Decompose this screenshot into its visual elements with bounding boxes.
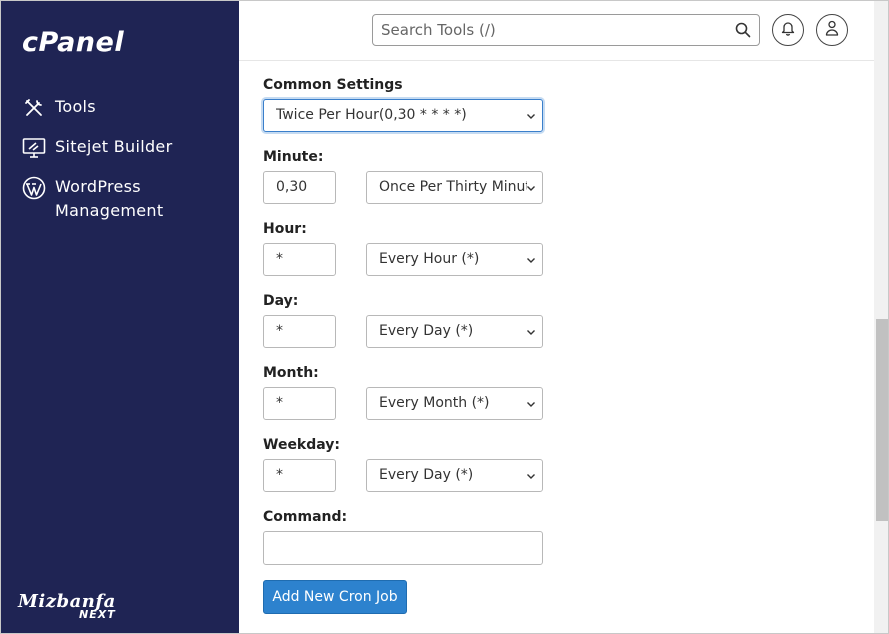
sidebar-item-label: Sitejet Builder xyxy=(55,137,173,156)
notifications-button[interactable] xyxy=(772,14,804,46)
hour-input[interactable]: * xyxy=(263,243,336,276)
app-window: cPanel Tools Sitejet Builder WordPress M… xyxy=(0,0,889,634)
day-select[interactable]: Every Day (*) xyxy=(366,315,543,348)
user-icon xyxy=(825,20,839,40)
sidebar: cPanel Tools Sitejet Builder WordPress M… xyxy=(1,1,239,633)
hour-select-value: Every Hour (*) xyxy=(379,251,480,267)
sidebar-item-label-line1: WordPress xyxy=(55,177,141,196)
command-label: Command: xyxy=(263,509,348,525)
month-select-value: Every Month (*) xyxy=(379,395,490,411)
hour-label: Hour: xyxy=(263,221,307,237)
month-select[interactable]: Every Month (*) xyxy=(366,387,543,420)
scrollbar-track[interactable] xyxy=(874,1,888,633)
weekday-input[interactable]: * xyxy=(263,459,336,492)
cpanel-logo[interactable]: cPanel xyxy=(22,27,124,58)
top-header xyxy=(239,1,874,61)
common-settings-select[interactable]: Twice Per Hour(0,30 * * * *) xyxy=(263,99,543,132)
sidebar-item-label: Tools xyxy=(55,97,96,116)
minute-label: Minute: xyxy=(263,149,324,165)
sidebar-item-sitejet[interactable]: Sitejet Builder xyxy=(21,135,172,161)
search-box[interactable] xyxy=(372,14,760,46)
day-input[interactable]: * xyxy=(263,315,336,348)
sidebar-item-wordpress[interactable]: WordPress Management xyxy=(21,175,163,223)
common-settings-label: Common Settings xyxy=(263,77,403,93)
scrollbar-thumb[interactable] xyxy=(876,319,888,521)
minute-select-value: Once Per Thirty Minutes xyxy=(379,179,527,195)
chevron-down-icon xyxy=(527,186,535,191)
search-input[interactable] xyxy=(373,15,713,45)
add-cron-job-button[interactable]: Add New Cron Job xyxy=(263,580,407,614)
sidebar-item-label: WordPress Management xyxy=(55,175,163,223)
weekday-select[interactable]: Every Day (*) xyxy=(366,459,543,492)
chevron-down-icon xyxy=(527,114,535,119)
brand-logo: Mizbanfa NEXT xyxy=(18,591,116,621)
month-label: Month: xyxy=(263,365,319,381)
chevron-down-icon xyxy=(527,330,535,335)
search-icon[interactable] xyxy=(735,22,751,38)
monitor-icon xyxy=(21,135,47,161)
user-menu-button[interactable] xyxy=(816,14,848,46)
chevron-down-icon xyxy=(527,402,535,407)
hour-select[interactable]: Every Hour (*) xyxy=(366,243,543,276)
day-label: Day: xyxy=(263,293,299,309)
sidebar-item-tools[interactable]: Tools xyxy=(21,95,96,121)
common-settings-value: Twice Per Hour(0,30 * * * *) xyxy=(276,107,467,123)
wordpress-icon xyxy=(21,175,47,201)
tools-icon xyxy=(21,95,47,121)
month-input[interactable]: * xyxy=(263,387,336,420)
command-input[interactable] xyxy=(263,531,543,565)
minute-input[interactable]: 0,30 xyxy=(263,171,336,204)
sidebar-item-label-line2: Management xyxy=(55,201,164,220)
weekday-select-value: Every Day (*) xyxy=(379,467,474,483)
chevron-down-icon xyxy=(527,258,535,263)
chevron-down-icon xyxy=(527,474,535,479)
weekday-label: Weekday: xyxy=(263,437,341,453)
cron-job-form: Common Settings Twice Per Hour(0,30 * * … xyxy=(239,62,874,633)
day-select-value: Every Day (*) xyxy=(379,323,474,339)
bell-icon xyxy=(781,20,795,40)
minute-select[interactable]: Once Per Thirty Minutes xyxy=(366,171,543,204)
